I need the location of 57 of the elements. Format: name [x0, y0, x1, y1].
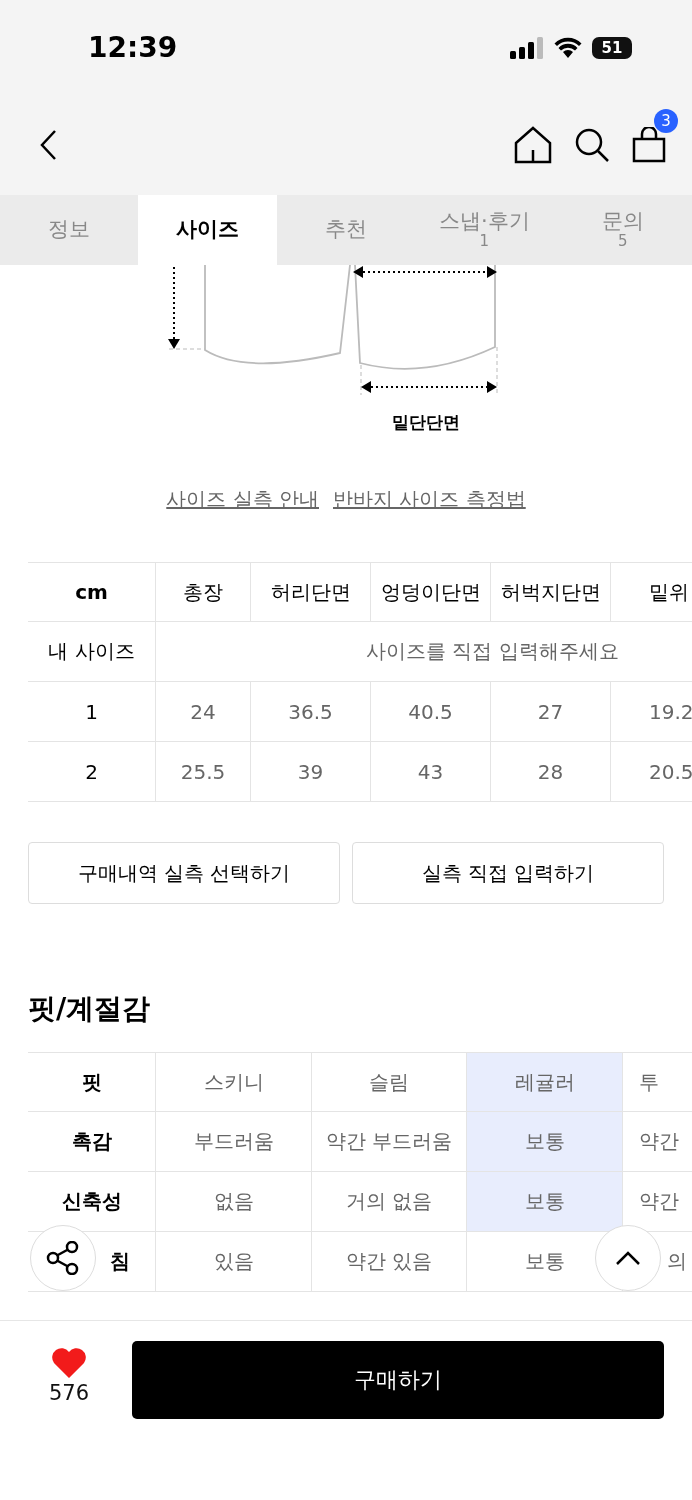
- table-cell: 40.5: [370, 682, 490, 742]
- table-cell: 19.2: [610, 682, 692, 742]
- diagram-label: 밑단단면: [392, 411, 460, 434]
- tab[interactable]: 사이즈: [138, 195, 277, 265]
- table-cell: 43: [370, 742, 490, 802]
- row-header: 핏: [28, 1052, 155, 1112]
- tab[interactable]: 정보: [0, 195, 139, 265]
- chevron-up-icon: [615, 1250, 641, 1266]
- fit-option: 스키니: [155, 1052, 311, 1112]
- column-header: 엉덩이단면: [370, 562, 490, 622]
- tab[interactable]: 추천: [276, 195, 416, 265]
- home-button[interactable]: [514, 126, 552, 164]
- fit-option: 부드러움: [155, 1112, 311, 1172]
- table-cell: 20.5: [610, 742, 692, 802]
- fit-option: 투: [622, 1052, 692, 1112]
- table-cell: 25.5: [155, 742, 250, 802]
- battery-indicator: 51: [592, 36, 632, 59]
- cart-count-badge: 3: [654, 109, 678, 133]
- fit-option: 슬림: [311, 1052, 466, 1112]
- fit-option: 보통: [466, 1172, 622, 1232]
- like-count: 576: [48, 1381, 90, 1405]
- heart-icon[interactable]: [51, 1347, 87, 1379]
- fit-option: 거의 없음: [311, 1172, 466, 1232]
- my-size-input[interactable]: 사이즈를 직접 입력해주세요: [155, 622, 692, 682]
- guide-link[interactable]: 반바지 사이즈 측정법: [333, 486, 526, 562]
- status-time: 12:39: [88, 31, 178, 64]
- column-header: 허리단면: [250, 562, 370, 622]
- column-header: cm: [28, 562, 155, 622]
- section-title: 핏/계절감: [27, 991, 152, 1027]
- tab[interactable]: 스냅·후기 1: [415, 195, 554, 265]
- wifi-icon: [554, 37, 582, 58]
- share-icon: [46, 1241, 80, 1275]
- fit-option: 없음: [155, 1172, 311, 1232]
- search-button[interactable]: [574, 127, 610, 163]
- back-button[interactable]: [38, 129, 58, 161]
- table-cell: 24: [155, 682, 250, 742]
- table-cell: 36.5: [250, 682, 370, 742]
- column-header: 밑위: [610, 562, 692, 622]
- measure-button[interactable]: 구매내역 실측 선택하기: [28, 842, 340, 904]
- fit-option: 보통: [466, 1112, 622, 1172]
- measure-button[interactable]: 실측 직접 입력하기: [352, 842, 664, 904]
- fit-option: 약간 있음: [311, 1232, 466, 1292]
- table-cell: 28: [490, 742, 610, 802]
- table-cell: 27: [490, 682, 610, 742]
- column-header: 허벅지단면: [490, 562, 610, 622]
- signal-icon: [510, 36, 544, 59]
- table-cell: 39: [250, 742, 370, 802]
- tab[interactable]: 문의 5: [553, 195, 692, 265]
- fit-option: 약간: [622, 1172, 692, 1232]
- guide-link[interactable]: 사이즈 실측 안내: [166, 486, 319, 562]
- fit-option: 있음: [155, 1232, 311, 1292]
- fit-option: 레귤러: [466, 1052, 622, 1112]
- buy-button[interactable]: 구매하기: [132, 1341, 664, 1419]
- column-header: 총장: [155, 562, 250, 622]
- fit-option: 약간 부드러움: [311, 1112, 466, 1172]
- fit-option: 약간: [622, 1112, 692, 1172]
- cart-button[interactable]: [632, 127, 666, 163]
